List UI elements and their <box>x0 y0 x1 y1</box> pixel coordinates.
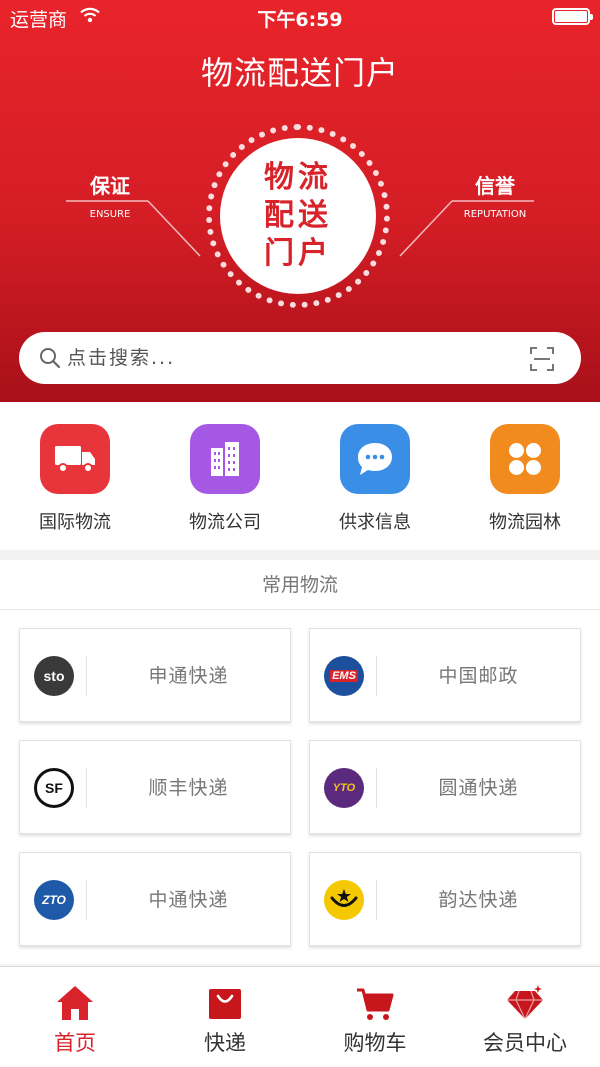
carrier-card-yunda[interactable]: 韵达快递 <box>309 852 581 946</box>
tab-member-center[interactable]: 会员中心 <box>450 967 600 1067</box>
motto-reputation: 信誉 REPUTATION <box>450 170 540 220</box>
shopping-bag-icon <box>209 989 241 1019</box>
header-banner: 物流配送门户 保证 ENSURE 信誉 REPUTATION 物流 配送 门户 <box>0 0 600 402</box>
quick-nav-logistics-park[interactable]: 物流园林 <box>450 424 600 534</box>
search-icon <box>40 348 61 369</box>
carrier-name: 圆通快递 <box>438 777 519 799</box>
quick-nav: 国际物流 物流公司 供求信息 物流园林 <box>0 402 600 550</box>
motto-ensure: 保证 ENSURE <box>70 170 150 220</box>
zto-logo: ZTO <box>34 880 74 920</box>
carrier-name: 中国邮政 <box>438 665 519 687</box>
ems-logo: EMS <box>324 656 364 696</box>
status-time: 下午6:59 <box>257 9 343 31</box>
section-title: 常用物流 <box>0 560 600 610</box>
carrier-card-sto[interactable]: sto 申通快递 <box>19 628 291 722</box>
quick-nav-logistics-company[interactable]: 物流公司 <box>150 424 300 534</box>
tab-label: 快递 <box>204 1031 246 1055</box>
carrier-card-zto[interactable]: ZTO 中通快递 <box>19 852 291 946</box>
status-bar: 运营商 下午6:59 <box>0 0 600 34</box>
search-input[interactable] <box>67 332 507 384</box>
emblem-line-2: 配送 <box>264 198 332 233</box>
motto-reputation-subtitle: REPUTATION <box>463 209 527 220</box>
yunda-logo <box>324 880 364 920</box>
tab-bar: 首页 快递 购物车 会员中心 <box>0 966 600 1067</box>
sto-logo-text: sto <box>43 668 65 684</box>
tab-home[interactable]: 首页 <box>0 967 150 1067</box>
carrier-name: 韵达快递 <box>438 889 519 911</box>
sf-logo-text: SF <box>45 780 63 796</box>
common-logistics-section: 常用物流 sto 申通快递 EMS 中国邮政 SF 顺丰快递 YTO 圆通快递 … <box>0 560 600 964</box>
truck-icon <box>40 424 110 494</box>
carrier-card-ems[interactable]: EMS 中国邮政 <box>309 628 581 722</box>
tab-express[interactable]: 快递 <box>150 967 300 1067</box>
tab-cart[interactable]: 购物车 <box>300 967 450 1067</box>
carrier-card-yto[interactable]: YTO 圆通快递 <box>309 740 581 834</box>
carrier-name: 中通快递 <box>148 889 229 911</box>
motto-ensure-subtitle: ENSURE <box>89 209 131 220</box>
chat-bubble-icon <box>340 424 410 494</box>
yto-logo: YTO <box>324 768 364 808</box>
carrier-name: 顺丰快递 <box>148 777 229 799</box>
quick-nav-label: 物流公司 <box>189 512 261 533</box>
page-title: 物流配送门户 <box>200 54 399 92</box>
battery-icon <box>552 8 593 25</box>
emblem-line-1: 物流 <box>264 160 332 195</box>
quick-nav-international-logistics[interactable]: 国际物流 <box>0 424 150 534</box>
quick-nav-label: 物流园林 <box>489 512 561 533</box>
yto-logo-text: YTO <box>332 782 356 794</box>
quick-nav-supply-demand[interactable]: 供求信息 <box>300 424 450 534</box>
tab-label: 购物车 <box>343 1031 407 1055</box>
ems-logo-text: EMS <box>330 670 358 682</box>
tab-label: 会员中心 <box>483 1031 567 1055</box>
zto-logo-text: ZTO <box>42 893 66 907</box>
diamond-icon <box>507 985 543 1020</box>
motto-reputation-title: 信誉 <box>475 174 515 198</box>
sf-logo: SF <box>34 768 74 808</box>
quick-nav-label: 供求信息 <box>339 512 411 533</box>
motto-ensure-title: 保证 <box>90 174 130 198</box>
emblem-badge: 物流 配送 门户 <box>220 138 376 294</box>
four-petal-icon <box>490 424 560 494</box>
carrier-card-sf[interactable]: SF 顺丰快递 <box>19 740 291 834</box>
search-bar[interactable] <box>19 332 581 384</box>
emblem-line-3: 门户 <box>264 236 332 271</box>
cart-icon <box>357 988 394 1020</box>
tab-label: 首页 <box>54 1031 96 1055</box>
quick-nav-label: 国际物流 <box>39 512 111 533</box>
building-icon <box>190 424 260 494</box>
carrier-name: 申通快递 <box>148 665 229 687</box>
sto-logo: sto <box>34 656 74 696</box>
home-icon <box>57 986 93 1020</box>
scan-icon[interactable] <box>529 346 555 372</box>
